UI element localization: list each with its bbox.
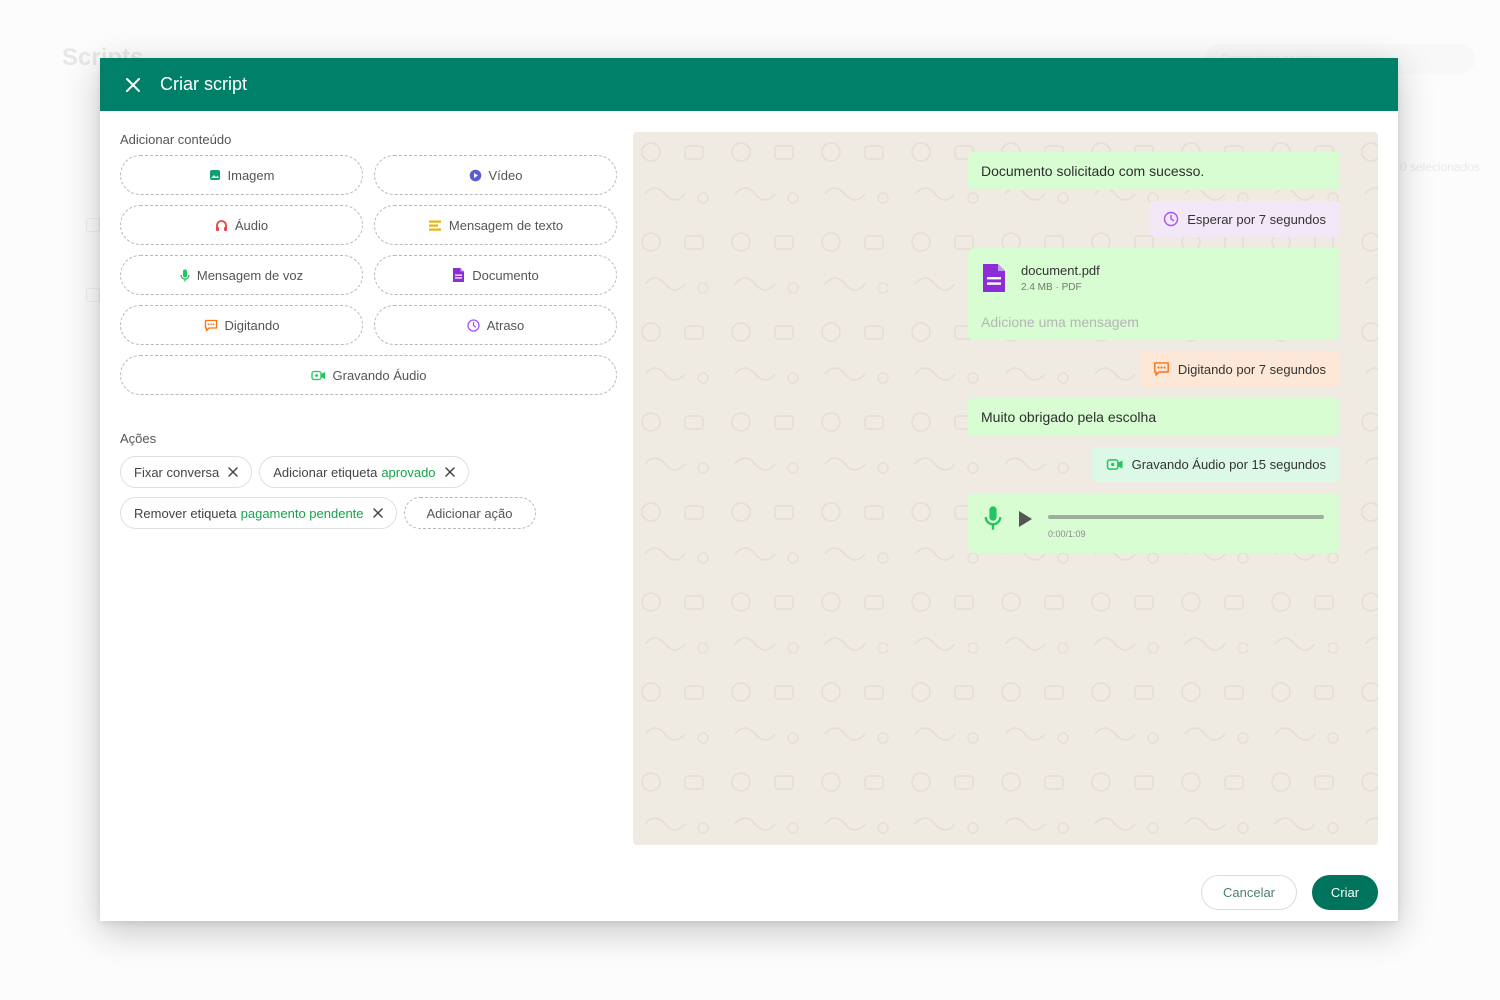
audio-progress-track[interactable]: 0:00/1:09 bbox=[1048, 515, 1324, 539]
action-chip-label: Fixar conversa bbox=[134, 464, 220, 480]
close-button[interactable] bbox=[122, 74, 144, 96]
add-voice-message-label: Mensagem de voz bbox=[196, 267, 304, 283]
action-chip-remove-tag: Remover etiqueta pagamento pendente bbox=[120, 497, 397, 529]
recording-indicator: Gravando Áudio por 15 segundos bbox=[1091, 447, 1340, 482]
close-icon bbox=[228, 467, 238, 477]
create-button[interactable]: Criar bbox=[1312, 875, 1378, 910]
add-recording-audio-button[interactable]: Gravando Áudio bbox=[120, 355, 617, 395]
add-recording-audio-label: Gravando Áudio bbox=[332, 367, 427, 383]
typing-indicator-label: Digitando por 7 segundos bbox=[1177, 361, 1326, 377]
add-action-button[interactable]: Adicionar ação bbox=[403, 497, 536, 529]
modal-footer: Cancelar Criar bbox=[1201, 875, 1378, 910]
add-text-message-button[interactable]: Mensagem de texto bbox=[374, 205, 617, 245]
text-lines-icon bbox=[428, 220, 441, 231]
add-typing-label: Digitando bbox=[224, 317, 280, 333]
action-chip-label: Adicionar etiqueta bbox=[273, 464, 378, 480]
clock-icon bbox=[467, 318, 480, 332]
image-icon bbox=[209, 170, 220, 180]
cancel-button[interactable]: Cancelar bbox=[1201, 875, 1297, 910]
recording-indicator-label: Gravando Áudio por 15 segundos bbox=[1131, 457, 1326, 472]
add-video-button[interactable]: Vídeo bbox=[374, 155, 617, 195]
close-icon bbox=[372, 508, 383, 518]
remove-action-button[interactable] bbox=[228, 467, 238, 477]
document-caption-input[interactable]: Adicione uma mensagem bbox=[981, 314, 1327, 330]
remove-action-button[interactable] bbox=[444, 467, 455, 477]
recording-icon bbox=[310, 370, 325, 380]
actions-list: Fixar conversa Adicionar etiqueta aprova… bbox=[120, 456, 560, 529]
document-file-name: document.pdf bbox=[1021, 263, 1100, 278]
chat-typing-icon bbox=[204, 319, 217, 331]
audio-time: 0:00/1:09 bbox=[1048, 529, 1086, 539]
create-script-modal: Criar script Adicionar conteúdo Imagem V… bbox=[100, 58, 1398, 921]
typing-indicator: Digitando por 7 segundos bbox=[1138, 351, 1340, 387]
document-icon bbox=[453, 268, 465, 282]
chat-typing-icon bbox=[1153, 362, 1169, 376]
add-delay-button[interactable]: Atraso bbox=[374, 305, 617, 345]
modal-title: Criar script bbox=[160, 74, 248, 94]
action-chip-add-tag: Adicionar etiqueta aprovado bbox=[259, 456, 469, 488]
microphone-icon bbox=[984, 506, 1002, 530]
add-video-label: Vídeo bbox=[488, 167, 523, 183]
add-content-label: Adicionar conteúdo bbox=[120, 132, 232, 147]
clock-icon bbox=[1164, 211, 1179, 227]
action-chip-tag: aprovado bbox=[381, 464, 436, 480]
editor-panel: Adicionar conteúdo Imagem Vídeo Áudio Me… bbox=[120, 132, 618, 529]
document-message: document.pdf 2.4 MB · PDF Adicione uma m… bbox=[968, 248, 1340, 340]
close-icon bbox=[444, 467, 455, 477]
chat-messages: Documento solicitado com sucesso. Espera… bbox=[968, 152, 1340, 553]
document-file-meta: 2.4 MB · PDF bbox=[1021, 282, 1082, 293]
message-bubble: Muito obrigado pela escolha bbox=[968, 398, 1340, 436]
add-typing-button[interactable]: Digitando bbox=[120, 305, 363, 345]
add-audio-label: Áudio bbox=[234, 217, 269, 233]
microphone-icon bbox=[180, 269, 190, 281]
video-icon bbox=[469, 169, 481, 181]
action-chip-label: Remover etiqueta bbox=[134, 505, 237, 521]
recording-icon bbox=[1106, 459, 1123, 470]
action-chip-pin-conversation: Fixar conversa bbox=[120, 456, 253, 488]
add-document-button[interactable]: Documento bbox=[374, 255, 617, 295]
close-icon bbox=[126, 77, 140, 92]
add-image-label: Imagem bbox=[227, 167, 275, 183]
audio-message: 0:00/1:09 bbox=[968, 493, 1340, 553]
add-voice-message-button[interactable]: Mensagem de voz bbox=[120, 255, 363, 295]
message-bubble: Documento solicitado com sucesso. bbox=[968, 152, 1340, 190]
action-chip-tag: pagamento pendente bbox=[240, 505, 364, 521]
add-audio-button[interactable]: Áudio bbox=[120, 205, 363, 245]
document-file-row: document.pdf 2.4 MB · PDF bbox=[981, 262, 1327, 294]
chat-preview: Documento solicitado com sucesso. Espera… bbox=[633, 132, 1378, 845]
add-text-message-label: Mensagem de texto bbox=[448, 217, 564, 233]
add-document-label: Documento bbox=[472, 267, 539, 283]
add-image-button[interactable]: Imagem bbox=[120, 155, 363, 195]
headphones-icon bbox=[215, 219, 227, 231]
modal-header: Criar script bbox=[100, 58, 1398, 111]
wait-indicator: Esperar por 7 segundos bbox=[1149, 201, 1340, 237]
actions-label: Ações bbox=[120, 431, 157, 446]
play-icon[interactable] bbox=[1016, 509, 1034, 529]
document-icon bbox=[983, 264, 1005, 292]
content-buttons-grid: Imagem Vídeo Áudio Mensagem de texto Men… bbox=[120, 155, 618, 395]
add-delay-label: Atraso bbox=[486, 317, 525, 333]
remove-action-button[interactable] bbox=[372, 508, 383, 518]
audio-progress-bar[interactable] bbox=[1048, 515, 1324, 519]
wait-indicator-label: Esperar por 7 segundos bbox=[1187, 211, 1326, 227]
